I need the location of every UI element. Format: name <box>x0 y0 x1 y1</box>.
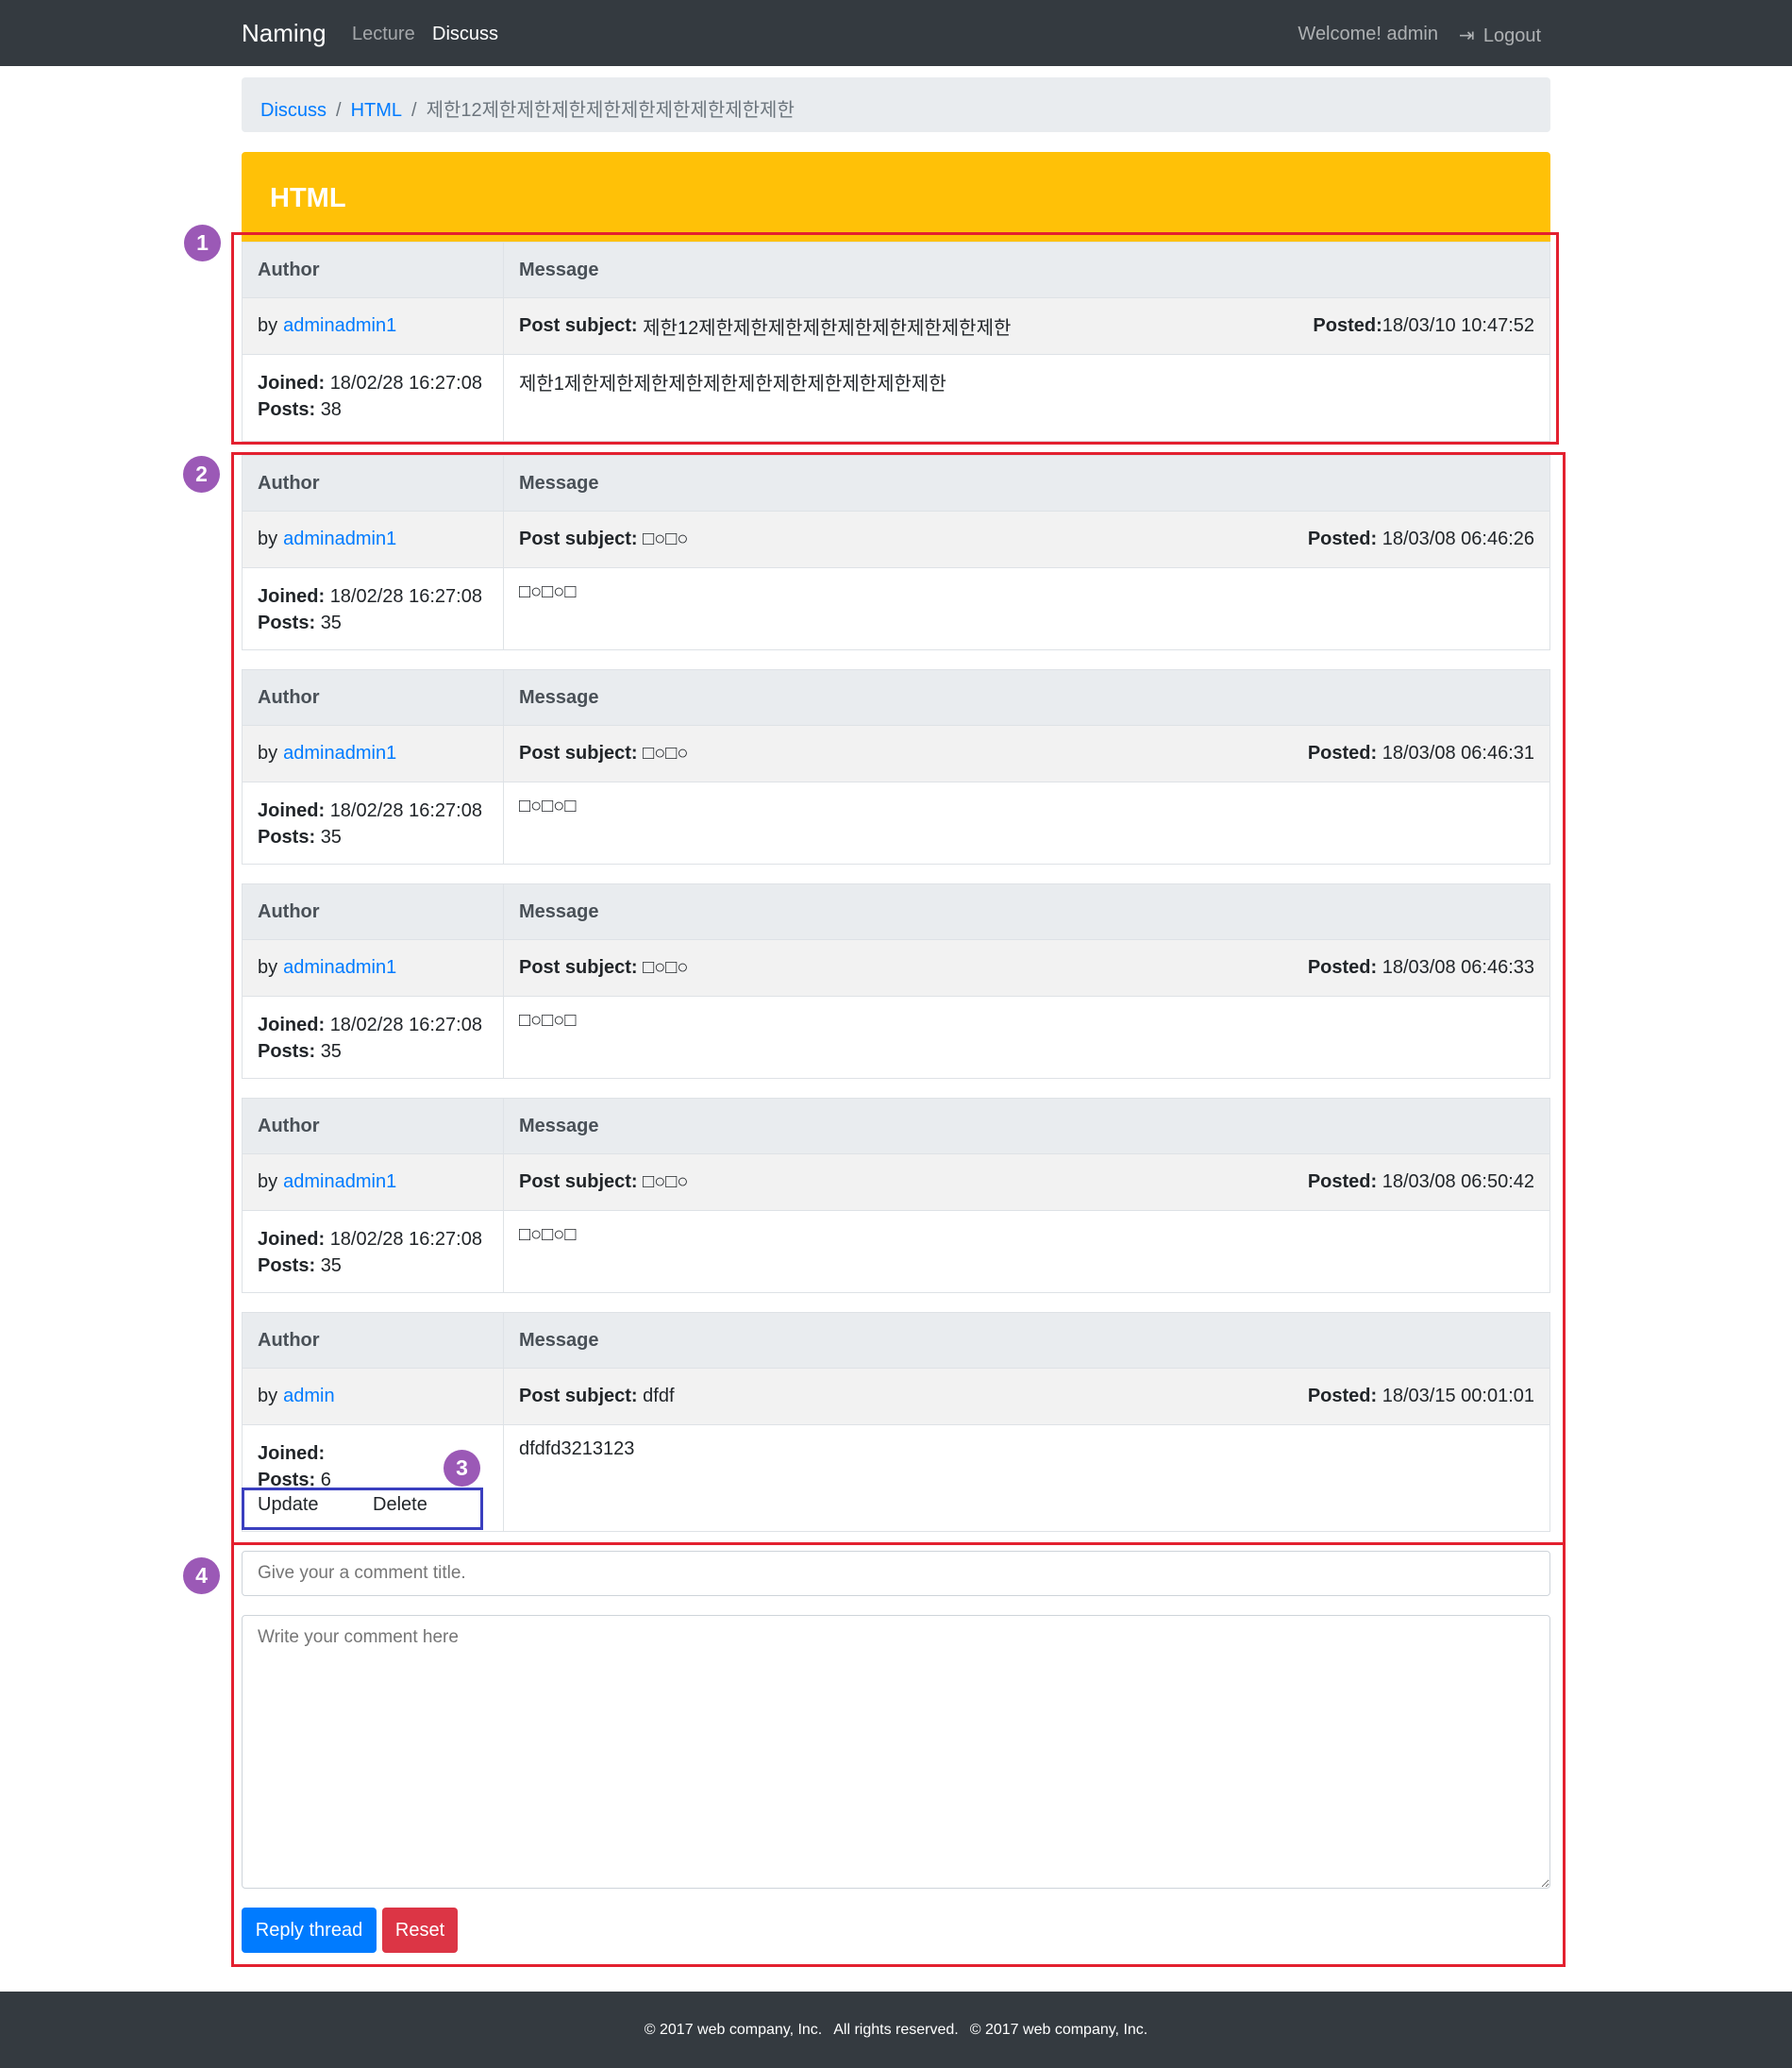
breadcrumb-current: 제한12제한제한제한제한제한제한제한제한제한 <box>426 100 795 121</box>
nav-link-lecture[interactable]: Lecture <box>352 24 415 45</box>
annotation-badge: 3 <box>444 1450 480 1487</box>
footer-copyright: © 2017 web company, Inc. <box>969 2022 1148 2038</box>
logout-label: Logout <box>1482 25 1541 46</box>
category-header: HTML <box>242 152 1550 242</box>
nav-link-discuss[interactable]: Discuss <box>432 24 498 45</box>
breadcrumb-separator: / <box>336 100 342 121</box>
annotation-badge: 1 <box>184 225 221 261</box>
category-title: HTML <box>270 183 346 213</box>
breadcrumb: Discuss / HTML / 제한12제한제한제한제한제한제한제한제한제한 <box>242 77 1550 132</box>
annotation-badge: 2 <box>183 456 220 493</box>
logout-link[interactable]: ⇥ Logout <box>1459 24 1541 47</box>
breadcrumb-discuss[interactable]: Discuss <box>260 100 327 121</box>
top-navbar: Naming Lecture Discuss Welcome! admin ⇥ L… <box>0 0 1792 66</box>
annotation-box-1 <box>231 232 1559 445</box>
annotation-box-3 <box>242 1488 483 1530</box>
annotation-box-4 <box>231 1542 1566 1967</box>
annotation-badge: 4 <box>183 1557 220 1594</box>
logout-icon: ⇥ <box>1458 25 1475 46</box>
breadcrumb-html[interactable]: HTML <box>351 100 402 121</box>
footer: © 2017 web company, Inc. All rights reser… <box>0 1992 1792 2068</box>
breadcrumb-separator: / <box>411 100 417 121</box>
footer-copyright: © 2017 web company, Inc. <box>644 2022 823 2038</box>
annotation-box-2 <box>231 452 1566 1545</box>
footer-rights: All rights reserved. <box>833 2022 959 2038</box>
welcome-text: Welcome! admin <box>1298 24 1438 44</box>
brand-logo[interactable]: Naming <box>242 19 327 48</box>
